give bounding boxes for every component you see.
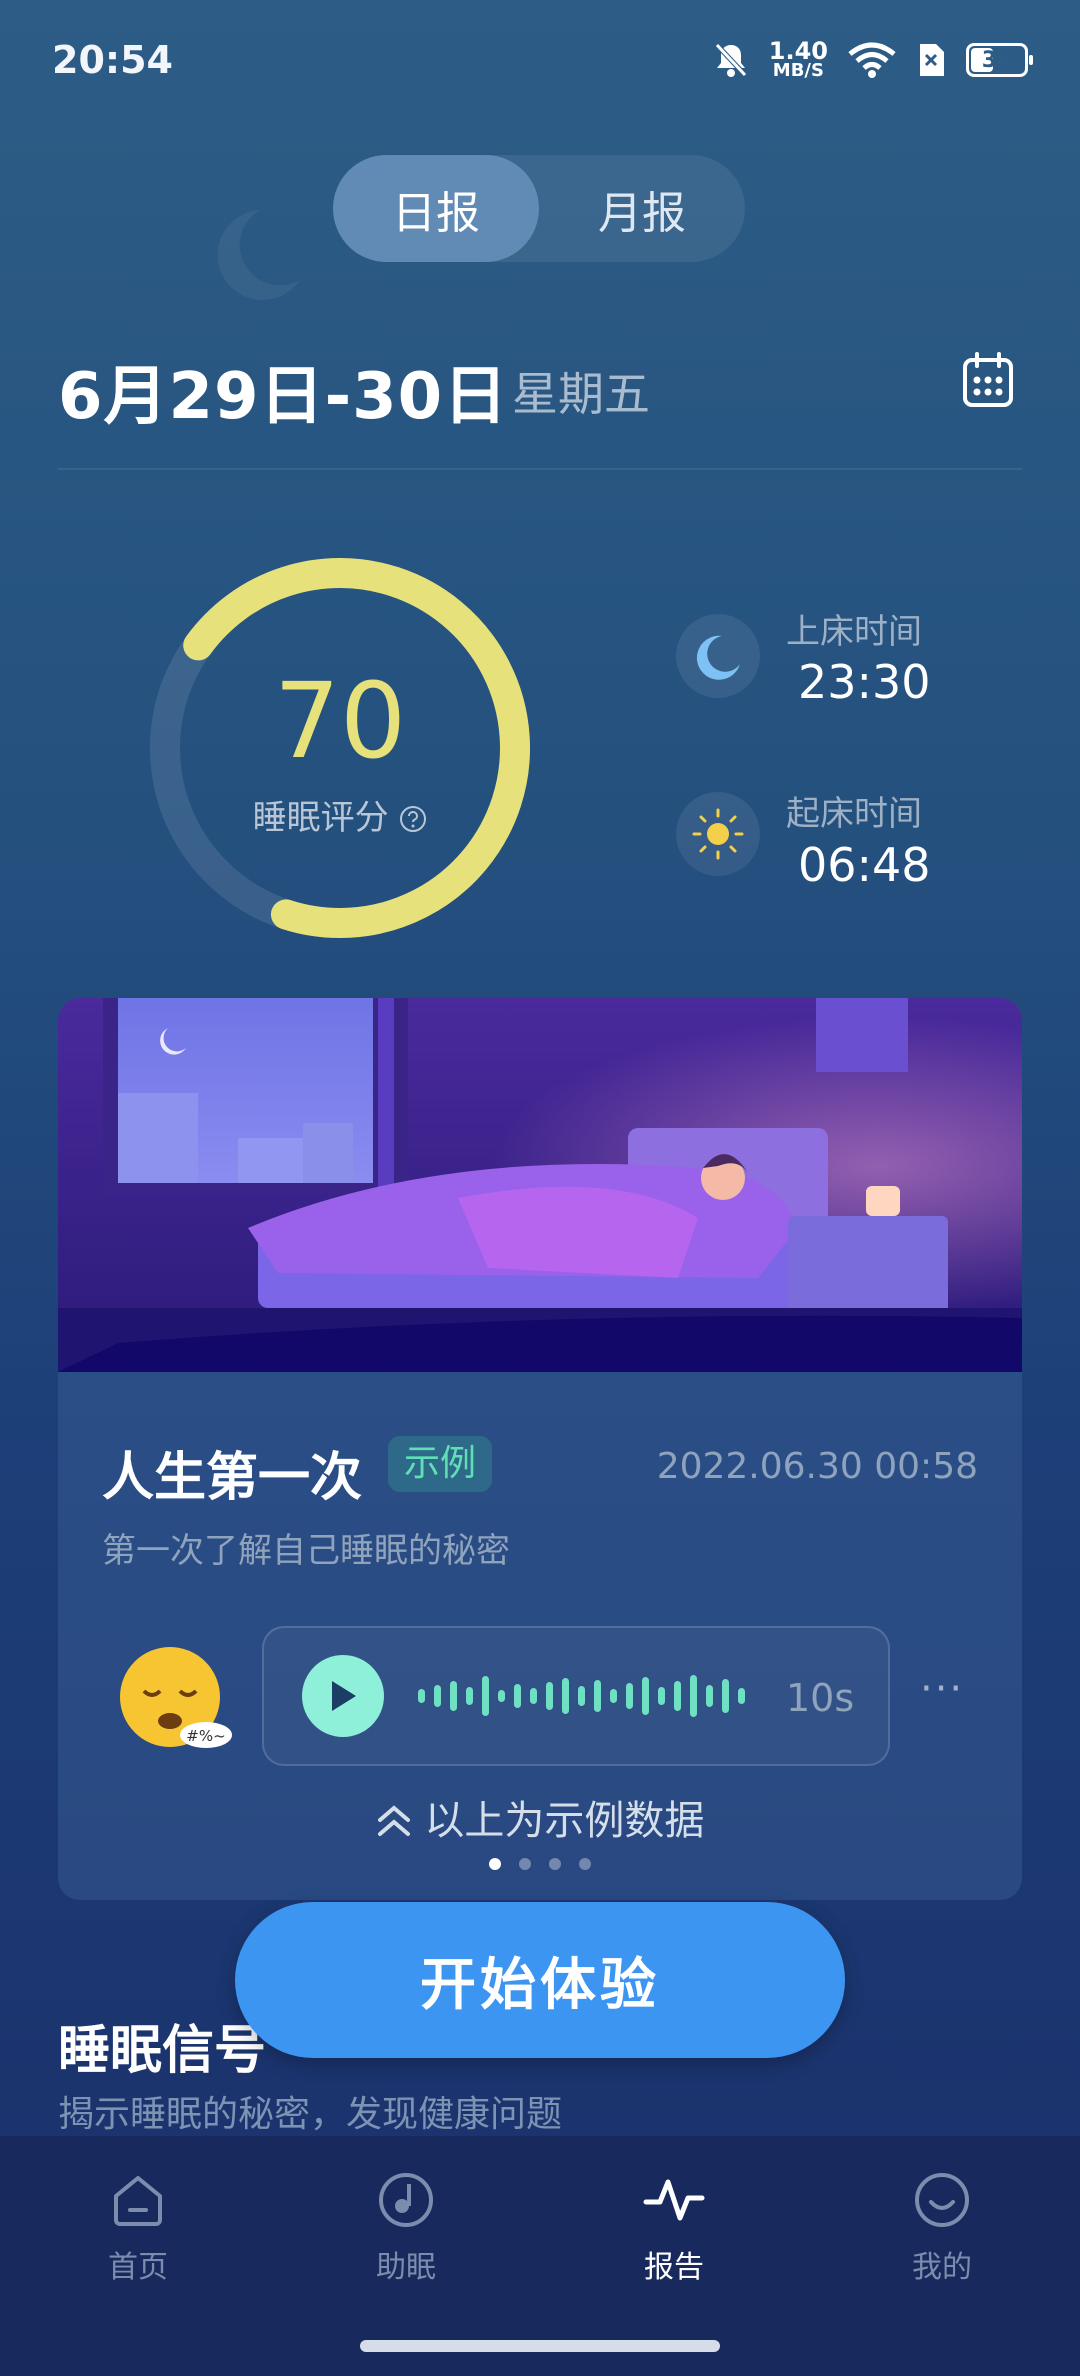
waveform-bar [610,1689,617,1703]
section-subtitle: 揭示睡眠的秘密，发现健康问题 [58,2094,563,2135]
waveform-bar [658,1687,665,1705]
audio-waveform [418,1660,745,1732]
nav-home[interactable]: 首页 [28,2170,248,2286]
play-icon [332,1681,356,1711]
status-time: 20:54 [52,38,173,82]
nav-profile-label: 我的 [912,2250,972,2285]
nav-sleep-aid-label: 助眠 [376,2250,436,2285]
waveform-bar [626,1683,633,1709]
no-sim-icon [920,44,944,76]
home-icon [114,2176,162,2226]
sleepy-face-icon: #%~ [120,1647,232,1748]
waveform-bar [514,1684,521,1708]
page-dot[interactable] [519,1858,531,1870]
record-subtitle: 第一次了解自己睡眠的秘密 [102,1531,510,1571]
double-chevron-up-icon [377,1805,410,1836]
play-button[interactable] [302,1655,384,1737]
waveform-bar [562,1678,569,1714]
status-icons: 1.40 MB/S 34 [713,37,1033,81]
waveform-bar [450,1681,457,1711]
audio-duration: 10s [786,1676,855,1720]
waveform-bar [498,1690,505,1702]
report-period-tabs: 日报 月报 [333,155,745,262]
page-dot[interactable] [579,1858,591,1870]
page-dot[interactable] [549,1858,561,1870]
bedtime-label: 上床时间 [786,612,922,652]
sleep-score-label[interactable]: 睡眠评分 [145,790,535,839]
bedroom-illustration [58,998,1022,1372]
sleep-score-label-text: 睡眠评分 [252,798,389,838]
waveform-bar [578,1686,585,1706]
bedtime-value: 23:30 [798,655,931,709]
sleep-score-value: 70 [273,660,407,782]
record-title: 人生第一次 [102,1448,363,1508]
waveform-bar [642,1677,649,1715]
nav-report[interactable]: 报告 [564,2170,784,2286]
page-dot[interactable] [489,1858,501,1870]
mute-bell-icon [714,43,747,77]
header-divider [58,468,1022,470]
waveform-bar [706,1685,713,1707]
report-icon [643,2179,705,2221]
battery-level: 34 [981,47,1013,73]
report-weekday: 星期五 [512,367,650,421]
waketime-value: 06:48 [798,838,931,892]
waveform-bar [738,1688,745,1704]
nav-sleep-aid[interactable]: 助眠 [296,2170,516,2286]
calendar-icon[interactable] [962,352,1014,408]
speed-value: 1.40 [768,37,828,65]
wifi-icon [848,42,896,78]
waveform-bar [482,1676,489,1716]
bedtime-moon-icon [676,614,760,698]
background-moon-icon [217,210,300,300]
waveform-bar [674,1681,681,1711]
sample-badge: 示例 [388,1436,493,1492]
waveform-bar [530,1688,537,1704]
nav-profile[interactable]: 我的 [832,2170,1052,2286]
tab-daily[interactable]: 日报 [333,155,539,262]
network-speed: 1.40 MB/S [768,37,828,81]
profile-icon [915,2173,969,2227]
record-datetime: 2022.06.30 00:58 [656,1446,978,1487]
sample-data-note[interactable]: 以上为示例数据 [58,1788,1022,1846]
waveform-bar [594,1680,601,1712]
sample-data-note-text: 以上为示例数据 [424,1798,705,1844]
nav-home-label: 首页 [108,2250,168,2285]
help-icon[interactable] [399,805,427,833]
waketime-label: 起床时间 [786,794,922,834]
nav-report-label: 报告 [644,2250,704,2285]
start-experience-button[interactable]: 开始体验 [235,1902,845,2058]
report-date: 6月29日-30日 [58,360,509,434]
sleep-record-card[interactable]: 人生第一次 示例 2022.06.30 00:58 第一次了解自己睡眠的秘密 #… [58,998,1022,1900]
waketime-sun-icon [676,792,760,876]
section-title: 睡眠信号 [58,2021,267,2081]
sleep-aid-icon [379,2173,433,2227]
home-indicator [360,2340,720,2352]
card-page-indicator [58,1858,1022,1870]
battery-icon: 34 [966,43,1033,77]
waveform-bar [722,1679,729,1713]
waveform-bar [466,1687,473,1705]
emoji-bubble-text: #%~ [186,1727,225,1745]
more-options-button[interactable]: ··· [920,1666,964,1712]
waveform-bar [690,1675,697,1717]
tab-monthly[interactable]: 月报 [539,155,745,262]
waveform-bar [434,1685,441,1707]
waveform-bar [418,1689,425,1703]
waveform-bar [546,1682,553,1710]
speed-unit: MB/S [772,60,824,81]
